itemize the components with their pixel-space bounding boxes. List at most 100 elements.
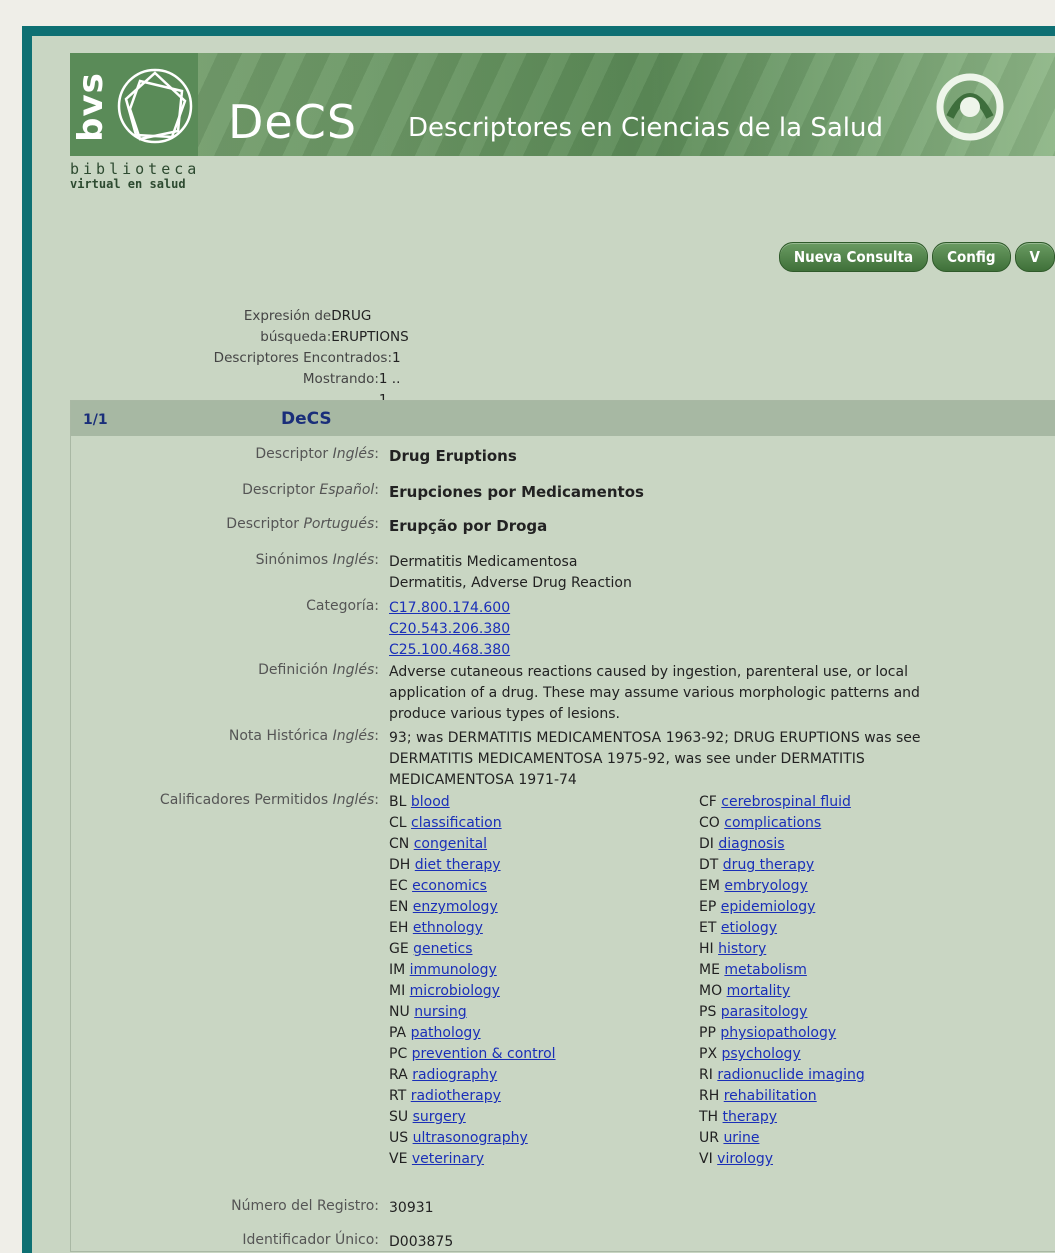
search-expression-value: DRUG ERUPTIONS [331, 308, 409, 345]
qualifier-link[interactable]: urine [723, 1130, 759, 1146]
qualifier-code: MI [389, 983, 406, 999]
health-emblem-icon [936, 73, 1004, 141]
qualifier-item: CN congenital [389, 834, 699, 855]
category-link[interactable]: C17.800.174.600 [389, 600, 510, 616]
qualifier-link[interactable]: psychology [722, 1046, 801, 1062]
qualifier-code: CO [699, 815, 720, 831]
descriptors-found-label: Descriptores Encontrados: [213, 350, 392, 366]
qualifier-link[interactable]: virology [717, 1151, 773, 1167]
qualifier-code: DI [699, 836, 714, 852]
qualifier-link[interactable]: classification [411, 815, 502, 831]
qualifier-code: ME [699, 962, 720, 978]
qualifier-link[interactable]: enzymology [413, 899, 498, 915]
qualifier-link[interactable]: ethnology [413, 920, 483, 936]
search-expression-row: Expresión de búsqueda: DRUG ERUPTIONS [32, 306, 412, 348]
qualifier-item: US ultrasonography [389, 1128, 699, 1149]
qualifier-link[interactable]: diagnosis [718, 836, 784, 852]
descriptors-found-value: 1 [392, 350, 401, 366]
qualifier-link[interactable]: rehabilitation [724, 1088, 817, 1104]
qualifier-link[interactable]: blood [411, 794, 450, 810]
qualifier-item: PS parasitology [699, 1002, 1009, 1023]
qualifier-item: RA radiography [389, 1065, 699, 1086]
qualifier-code: NU [389, 1004, 410, 1020]
new-query-button[interactable]: Nueva Consulta [778, 242, 929, 272]
qualifier-item: RH rehabilitation [699, 1086, 1009, 1107]
qualifier-item: RT radiotherapy [389, 1086, 699, 1107]
qualifier-code: PC [389, 1046, 408, 1062]
qualifier-link[interactable]: etiology [721, 920, 777, 936]
qualifier-link[interactable]: surgery [413, 1109, 466, 1125]
qualifier-link[interactable]: congenital [414, 836, 487, 852]
qualifier-link[interactable]: parasitology [721, 1004, 808, 1020]
qualifier-link[interactable]: physiopathology [720, 1025, 836, 1041]
category-link[interactable]: C20.543.206.380 [389, 621, 510, 637]
unique-id-value: D003875 [389, 1234, 454, 1250]
search-summary: Expresión de búsqueda: DRUG ERUPTIONS De… [32, 306, 412, 411]
qualifier-link[interactable]: drug therapy [723, 857, 814, 873]
qualifier-code: US [389, 1130, 409, 1146]
qualifier-link[interactable]: prevention & control [412, 1046, 556, 1062]
result-position: 1/1 [83, 412, 108, 428]
qualifier-link[interactable]: radiotherapy [411, 1088, 501, 1104]
qualifier-item: PP physiopathology [699, 1023, 1009, 1044]
v-button[interactable]: V [1014, 242, 1055, 272]
qualifier-link[interactable]: epidemiology [721, 899, 816, 915]
config-button[interactable]: Config [932, 242, 1011, 272]
qualifier-link[interactable]: radiography [412, 1067, 497, 1083]
registry-value: 30931 [389, 1200, 434, 1216]
qualifier-code: EM [699, 878, 720, 894]
qualifier-code: CN [389, 836, 410, 852]
toolbar: Nueva Consulta Config V [778, 242, 1055, 272]
qualifier-link[interactable]: immunology [410, 962, 497, 978]
qualifier-link[interactable]: metabolism [724, 962, 806, 978]
qualifier-code: BL [389, 794, 407, 810]
qualifier-item: SU surgery [389, 1107, 699, 1128]
qualifier-link[interactable]: genetics [413, 941, 472, 957]
qualifier-link[interactable]: history [718, 941, 766, 957]
synonyms-list: Dermatitis Medicamentosa Dermatitis, Adv… [389, 552, 1049, 594]
qualifier-code: SU [389, 1109, 409, 1125]
qualifier-item: EN enzymology [389, 897, 699, 918]
definition-text: Adverse cutaneous reactions caused by in… [389, 664, 920, 722]
qualifier-code: EH [389, 920, 409, 936]
qualifier-link[interactable]: diet therapy [415, 857, 501, 873]
qualifier-item: MO mortality [699, 981, 1009, 1002]
qualifier-link[interactable]: complications [724, 815, 821, 831]
qualifier-code: TH [699, 1109, 719, 1125]
qualifier-link[interactable]: economics [412, 878, 487, 894]
library-line-2: virtual en salud [70, 177, 186, 191]
qualifier-item: VI virology [699, 1149, 1009, 1170]
bvs-logo[interactable]: bvs [70, 53, 198, 156]
qualifier-item: IM immunology [389, 960, 699, 981]
qualifier-item: DI diagnosis [699, 834, 1009, 855]
field-label: Calificadores Permitidos Inglés: [159, 792, 379, 808]
qualifier-link[interactable]: embryology [724, 878, 807, 894]
qualifier-link[interactable]: radionuclide imaging [717, 1067, 865, 1083]
qualifier-code: RA [389, 1067, 408, 1083]
qualifier-code: CL [389, 815, 407, 831]
result-source: DeCS [281, 409, 332, 429]
qualifier-link[interactable]: pathology [411, 1025, 481, 1041]
qualifier-link[interactable]: ultrasonography [413, 1130, 528, 1146]
descriptor-pt-value: Erupção por Droga [389, 517, 548, 535]
descriptor-en-value: Drug Eruptions [389, 447, 517, 465]
qualifier-code: IM [389, 962, 406, 978]
qualifier-link[interactable]: nursing [414, 1004, 466, 1020]
qualifier-link[interactable]: cerebrospinal fluid [721, 794, 851, 810]
page-frame: bvs DeCS Descriptores en Ciencias de la … [22, 26, 1055, 1253]
qualifier-item: VE veterinary [389, 1149, 699, 1170]
qualifier-link[interactable]: veterinary [412, 1151, 484, 1167]
category-link[interactable]: C25.100.468.380 [389, 642, 510, 658]
qualifier-code: DT [699, 857, 719, 873]
qualifier-item: ET etiology [699, 918, 1009, 939]
field-label: Identificador Único: [242, 1232, 379, 1248]
qualifier-link[interactable]: microbiology [410, 983, 500, 999]
qualifier-link[interactable]: therapy [723, 1109, 777, 1125]
qualifier-link[interactable]: mortality [727, 983, 791, 999]
bvs-emblem-icon [117, 68, 193, 144]
field-label: Definición Inglés: [258, 662, 379, 678]
category-list: C17.800.174.600 C20.543.206.380 C25.100.… [389, 598, 1049, 661]
qualifier-item: EM embryology [699, 876, 1009, 897]
banner-subtitle: Descriptores en Ciencias de la Salud [408, 113, 883, 143]
qualifier-item: BL blood [389, 792, 699, 813]
